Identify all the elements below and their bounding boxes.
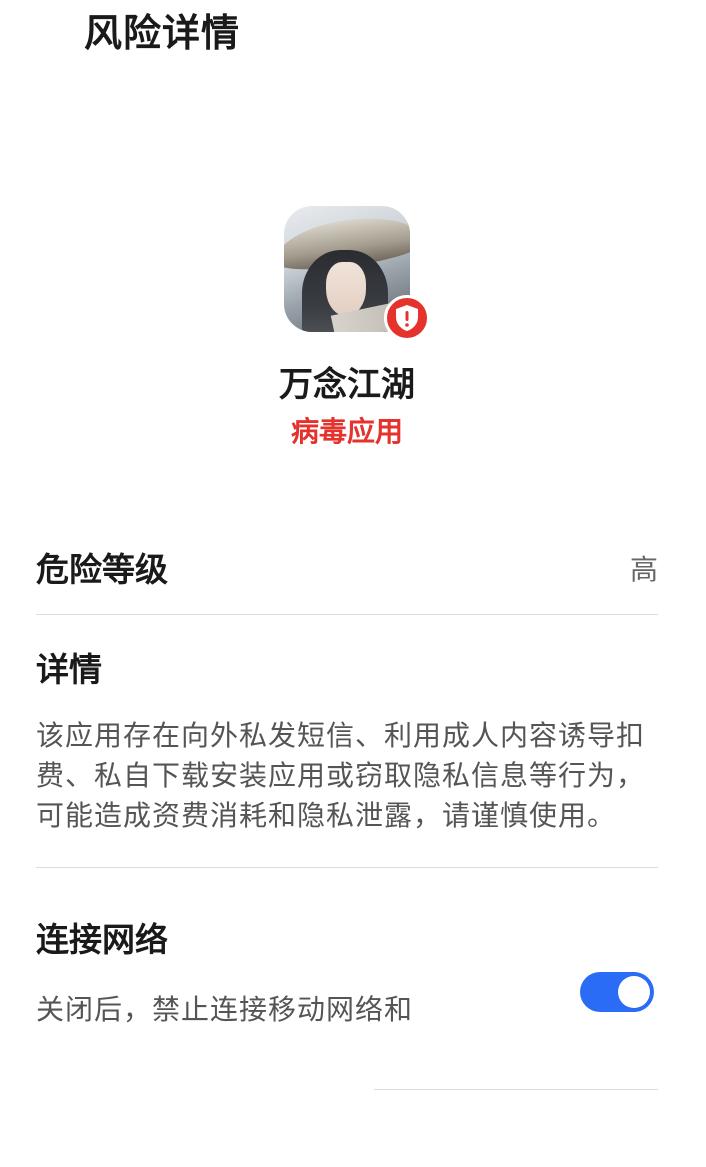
- details-text: 该应用存在向外私发短信、利用成人内容诱导扣费、私自下载安装应用或窃取隐私信息等行…: [36, 719, 646, 832]
- divider: [36, 614, 658, 615]
- details-label: 详情: [36, 650, 102, 689]
- network-description: 关闭后，禁止连接移动网络和: [36, 993, 414, 1026]
- network-label: 连接网络: [36, 920, 168, 959]
- toggle-knob: [618, 976, 650, 1008]
- network-toggle[interactable]: [580, 972, 654, 1012]
- shield-alert-glyph: [396, 305, 418, 331]
- page-title: 风险详情: [84, 11, 241, 55]
- risk-level-label: 危险等级: [36, 550, 168, 589]
- divider: [36, 867, 658, 868]
- shield-alert-icon: [384, 295, 430, 341]
- divider: [374, 1089, 658, 1090]
- app-icon-face: [326, 262, 366, 316]
- risk-level-value: 高: [629, 553, 658, 586]
- app-name: 万念江湖: [279, 365, 415, 405]
- app-category-label: 病毒应用: [290, 415, 403, 448]
